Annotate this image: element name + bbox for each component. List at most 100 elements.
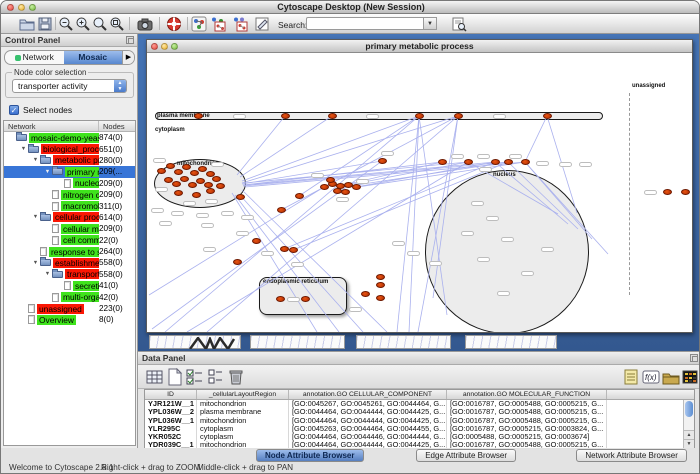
scroll-down-arrow[interactable]: ▼ xyxy=(684,439,694,448)
tree-item[interactable]: mosaic-demo-yeast874(0) xyxy=(4,132,135,143)
column-header[interactable]: _cellularLayoutRegion xyxy=(197,390,289,399)
network-node[interactable] xyxy=(376,282,385,288)
column-header[interactable]: annotation.GO CELLULAR_COMPONENT xyxy=(289,390,447,399)
network-node[interactable] xyxy=(157,168,166,174)
zoom-fit-button[interactable] xyxy=(92,16,108,32)
tree-item[interactable]: secretion41(0) xyxy=(4,280,135,291)
tab-node-attribute-browser[interactable]: Node Attribute Browser xyxy=(256,449,364,462)
network-node[interactable] xyxy=(376,274,385,280)
network-node[interactable] xyxy=(188,182,197,188)
tree-item[interactable]: macromolecule311(0) xyxy=(4,200,135,211)
tree-item[interactable]: cell communicat22(0) xyxy=(4,235,135,246)
table-row[interactable]: YLR295Ccytoplasm[GO:0045263, GO:0044464,… xyxy=(145,425,694,433)
network-node[interactable] xyxy=(361,291,370,297)
network-node[interactable] xyxy=(301,296,310,302)
unselect-attributes-button[interactable] xyxy=(207,368,225,386)
network-node[interactable] xyxy=(281,113,290,119)
column-nodes[interactable]: Nodes xyxy=(99,121,135,131)
network-node[interactable] xyxy=(454,113,463,119)
minimized-window-thumbnail[interactable] xyxy=(356,335,451,349)
annotation-button[interactable] xyxy=(254,16,270,32)
import-attributes-button[interactable] xyxy=(662,368,680,386)
network-node[interactable] xyxy=(328,113,337,119)
tree-item[interactable]: unassigned223(0) xyxy=(4,303,135,314)
expand-arrow-icon[interactable]: ▼ xyxy=(43,271,52,277)
tab-network[interactable]: Network xyxy=(5,51,64,64)
destroy-view-button[interactable] xyxy=(232,16,248,32)
search-input[interactable] xyxy=(306,17,424,30)
tree-item[interactable]: ▼primary metabolic209(... xyxy=(4,166,135,177)
zoom-selected-button[interactable] xyxy=(109,16,125,32)
network-node[interactable] xyxy=(277,207,286,213)
network-node[interactable] xyxy=(415,113,424,119)
create-view-button[interactable] xyxy=(210,16,226,32)
network-node[interactable] xyxy=(174,190,183,196)
column-header[interactable]: ID xyxy=(145,390,197,399)
select-attributes-button[interactable] xyxy=(186,368,204,386)
network-node[interactable] xyxy=(280,246,289,252)
notes-button[interactable] xyxy=(622,368,640,386)
attribute-table-button[interactable] xyxy=(146,368,164,386)
tab-overflow-arrow[interactable]: ▶ xyxy=(122,51,134,64)
scroll-up-arrow[interactable]: ▲ xyxy=(684,430,694,439)
zoom-in-button[interactable] xyxy=(75,16,91,32)
snapshot-button[interactable] xyxy=(137,16,153,32)
network-node[interactable] xyxy=(352,184,361,190)
table-row[interactable]: YJR121W__1mitochondrion[GO:0045267, GO:0… xyxy=(145,400,694,408)
network-node[interactable] xyxy=(194,113,203,119)
tree-item[interactable]: ▼cellular process614(0) xyxy=(4,212,135,223)
expand-arrow-icon[interactable]: ▼ xyxy=(31,157,40,163)
network-node[interactable] xyxy=(681,189,690,195)
show-graphics-details-button[interactable] xyxy=(191,16,207,32)
select-nodes-checkbox[interactable]: ✓ xyxy=(9,105,19,115)
heatmap-button[interactable] xyxy=(681,368,699,386)
network-node[interactable] xyxy=(206,188,215,194)
window-titlebar[interactable]: Cytoscape Desktop (New Session) xyxy=(1,1,700,14)
open-session-button[interactable] xyxy=(19,16,35,32)
node-color-dropdown[interactable]: transporter activity ▲▼ xyxy=(12,79,127,93)
tree-item[interactable]: Overview8(0) xyxy=(4,314,135,325)
tree-item[interactable]: ▼biological_process651(0) xyxy=(4,143,135,154)
table-row[interactable]: YPL036W__1mitochondrion[GO:0044464, GO:0… xyxy=(145,417,694,425)
function-builder-button[interactable]: f(x) xyxy=(642,368,660,386)
network-node[interactable] xyxy=(378,158,387,164)
network-node[interactable] xyxy=(504,159,513,165)
float-panel-icon[interactable] xyxy=(126,36,134,44)
search-dropdown-arrow[interactable]: ▼ xyxy=(424,17,437,30)
network-node[interactable] xyxy=(172,181,181,187)
expand-arrow-icon[interactable]: ▼ xyxy=(31,260,40,266)
network-node[interactable] xyxy=(276,296,285,302)
tree-item[interactable]: response to stimulu264(0) xyxy=(4,246,135,257)
tree-item[interactable]: ▼transport558(0) xyxy=(4,269,135,280)
tab-network-attribute-browser[interactable]: Network Attribute Browser xyxy=(576,449,686,462)
network-node[interactable] xyxy=(289,247,298,253)
network-node[interactable] xyxy=(341,189,350,195)
network-node[interactable] xyxy=(190,170,199,176)
network-node[interactable] xyxy=(212,176,221,182)
network-node[interactable] xyxy=(663,189,672,195)
network-node[interactable] xyxy=(252,238,261,244)
network-node[interactable] xyxy=(198,166,207,172)
scrollbar-thumb[interactable] xyxy=(685,401,693,417)
minimized-window-thumbnail[interactable] xyxy=(149,335,241,349)
new-attribute-button[interactable] xyxy=(166,368,184,386)
minimized-window-thumbnail[interactable] xyxy=(250,335,345,349)
minimized-window-thumbnail[interactable] xyxy=(465,335,557,349)
network-view-titlebar[interactable]: primary metabolic process xyxy=(147,40,692,53)
network-node[interactable] xyxy=(543,113,552,119)
tree-item[interactable]: nucleobase-cont209(0) xyxy=(4,178,135,189)
expand-arrow-icon[interactable]: ▼ xyxy=(31,214,40,220)
column-header[interactable]: annotation.GO MOLECULAR_FUNCTION xyxy=(447,390,607,399)
network-canvas[interactable]: plasma membrane cytoplasm mitochondrion … xyxy=(147,53,692,332)
delete-attribute-button[interactable] xyxy=(227,368,245,386)
tab-edge-attribute-browser[interactable]: Edge Attribute Browser xyxy=(416,449,516,462)
tab-mosaic[interactable]: Mosaic xyxy=(64,51,123,64)
tree-item[interactable]: ▼establishment of lo558(0) xyxy=(4,257,135,268)
network-node[interactable] xyxy=(216,183,225,189)
network-node[interactable] xyxy=(521,159,530,165)
float-panel-icon[interactable] xyxy=(690,354,698,362)
tree-item[interactable]: multi-organism pro42(0) xyxy=(4,291,135,302)
table-scrollbar[interactable]: ▲ ▼ xyxy=(683,400,694,448)
network-node[interactable] xyxy=(236,194,245,200)
network-node[interactable] xyxy=(295,193,304,199)
